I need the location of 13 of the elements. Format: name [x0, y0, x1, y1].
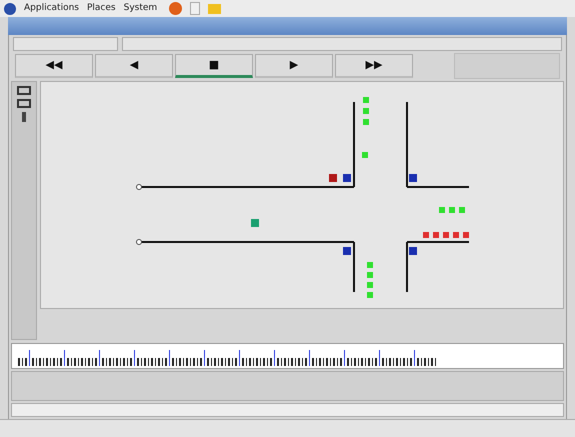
command-field[interactable] [11, 403, 564, 417]
transport-button[interactable]: ■ [175, 54, 253, 78]
transport-button[interactable]: ◀◀ [15, 54, 93, 78]
panel-menu[interactable]: Places [86, 2, 116, 16]
panel-menu[interactable]: Applications [24, 2, 79, 16]
globe-icon[interactable] [169, 2, 182, 15]
name-field[interactable] [13, 37, 118, 51]
transport-button[interactable]: ▶▶ [335, 54, 413, 78]
note-icon[interactable] [208, 4, 222, 14]
transport-button[interactable]: ▶ [255, 54, 333, 78]
transport-button[interactable]: ◀ [95, 54, 173, 78]
document-icon[interactable] [190, 2, 200, 15]
panel-menu[interactable]: System [124, 2, 158, 16]
